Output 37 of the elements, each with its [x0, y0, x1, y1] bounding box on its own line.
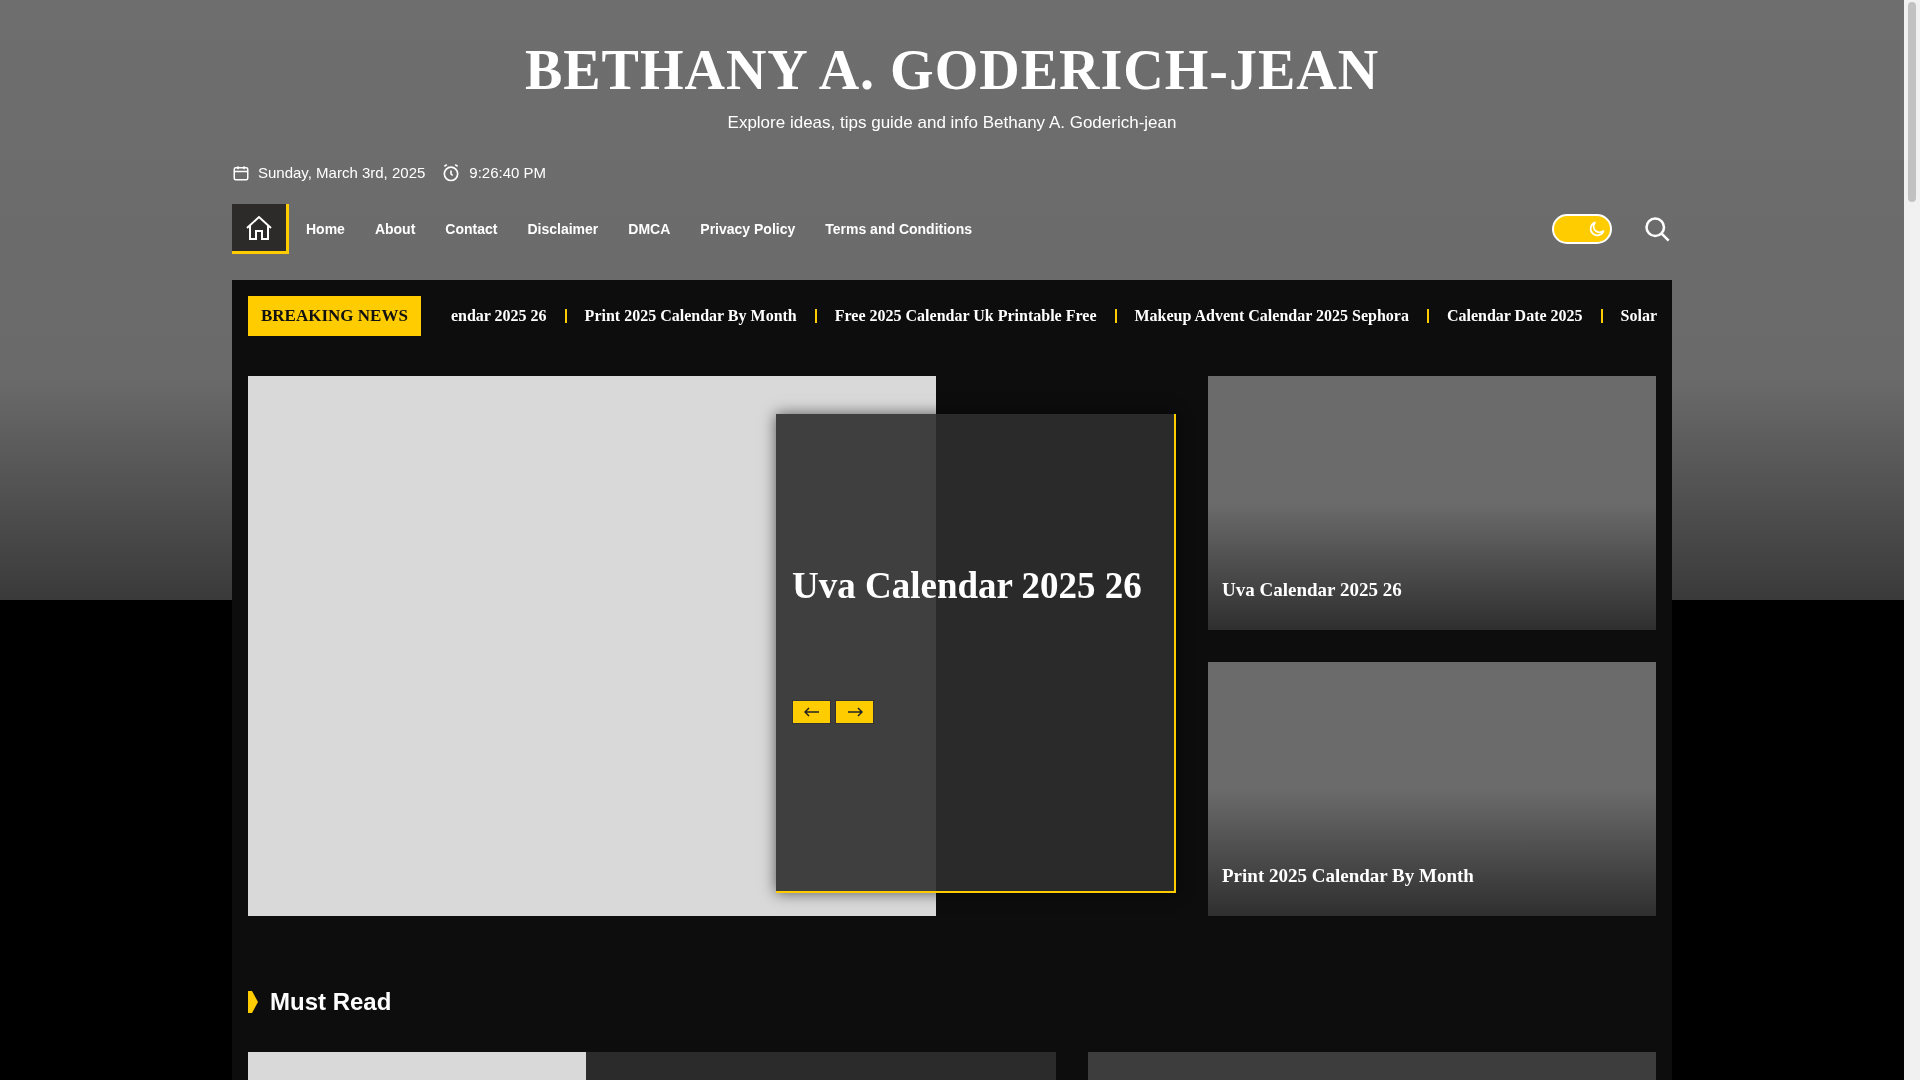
slide-title[interactable]: Uva Calendar 2025 26 — [792, 564, 1158, 608]
scrollbar[interactable] — [1904, 0, 1920, 1080]
nav-link[interactable]: Contact — [430, 218, 513, 240]
post-card[interactable]: Uva Calendar 2025 26 — [1208, 376, 1656, 630]
nav-link[interactable]: Privacy Policy — [685, 218, 811, 240]
search-icon — [1643, 215, 1671, 243]
breaking-news-link[interactable]: Free 2025 Calendar Uk Printable Free — [834, 304, 1097, 328]
nav-link[interactable]: About — [359, 218, 431, 240]
dark-mode-toggle[interactable] — [1552, 214, 1612, 244]
section-marker-icon — [248, 991, 258, 1013]
breaking-news-link[interactable]: Solar — [1620, 304, 1658, 328]
current-time: 9:26:40 PM — [469, 162, 547, 183]
breaking-news-label: BREAKING NEWS — [248, 296, 421, 336]
breaking-news-link[interactable]: Print 2025 Calendar By Month — [584, 304, 797, 328]
breaking-news-link[interactable]: Makeup Advent Calendar 2025 Sephora — [1134, 304, 1409, 328]
next-slide-button[interactable] — [835, 700, 874, 724]
previous-slide-button[interactable] — [792, 700, 831, 724]
search-button[interactable] — [1642, 214, 1672, 244]
nav-link[interactable]: Disclaimer — [512, 218, 614, 240]
post-title[interactable]: Print 2025 Calendar By Month — [1222, 861, 1642, 890]
nav-link[interactable]: Terms and Conditions — [810, 218, 987, 240]
home-button[interactable] — [232, 204, 289, 254]
home-icon — [245, 214, 273, 241]
site-tagline: Explore ideas, tips guide and info Bethany A. Goderich-jean — [727, 112, 1177, 134]
breaking-news-link[interactable]: endar 2025 26 — [450, 304, 547, 328]
nav-link[interactable]: Home — [291, 218, 360, 240]
current-date: Sunday, March 3rd, 2025 — [258, 162, 426, 183]
calendar-icon — [232, 163, 250, 182]
left-arrow-icon — [803, 707, 820, 717]
nav-link[interactable]: DMCA — [613, 218, 686, 240]
post-title[interactable]: Uva Calendar 2025 26 — [1222, 575, 1642, 604]
section-heading: Must Read — [270, 987, 392, 1017]
right-arrow-icon — [846, 707, 863, 717]
post-card[interactable]: Print 2025 Calendar By Month — [1208, 662, 1656, 916]
site-title[interactable]: BETHANY A. GODERICH-JEAN — [524, 38, 1380, 102]
breaking-news-link[interactable]: Calendar Date 2025 — [1446, 304, 1583, 328]
moon-icon — [1587, 219, 1607, 239]
